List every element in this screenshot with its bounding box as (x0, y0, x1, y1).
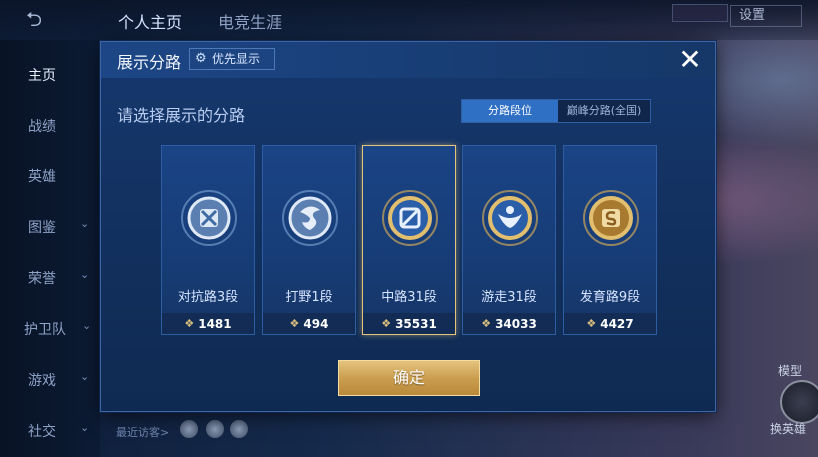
chevron-down-icon: ⌄ (82, 319, 92, 332)
lane-score: 35531 (395, 316, 437, 331)
switch-hero-label: 换英雄 (770, 422, 807, 436)
sidebar-item-label: 战绩 (28, 119, 56, 135)
lane-name: 中路31段 (381, 290, 437, 305)
chevron-down-icon: ⌄ (80, 217, 90, 230)
recent-visitors-link[interactable]: 最近访客> (116, 424, 169, 440)
top-bar: ⮌ 个人主页 电竞生涯 设置 (0, 0, 818, 40)
lane-score-bar: ❖ 1481 (162, 313, 254, 334)
dialog-title: 展示分路 (117, 53, 182, 72)
priority-display-label: 优先显示 (212, 52, 261, 66)
sidebar-item-guard-team[interactable]: 护卫队 ⌄ (24, 319, 91, 339)
lane-name: 对抗路3段 (177, 290, 239, 305)
lane-display-dialog: 展示分路 ⚙ 优先显示 ✕ 请选择展示的分路 分路段位 巅峰分路(全国) 对抗路… (100, 41, 716, 412)
sidebar-item-label: 荣誉 (28, 271, 56, 287)
sidebar-item-label: 护卫队 (24, 322, 66, 338)
switch-hero-button[interactable] (780, 380, 818, 424)
close-icon: ✕ (678, 43, 702, 76)
sidebar-item-game[interactable]: 游戏 ⌄ (28, 370, 89, 390)
rank-points-icon: ❖ (381, 317, 392, 330)
lane-card-clash[interactable]: 对抗路3段 ❖ 1481 (161, 145, 255, 335)
farm-lane-emblem-icon (583, 190, 639, 246)
visitor-avatar[interactable] (206, 420, 224, 438)
lane-card-farm[interactable]: 发育路9段 ❖ 4427 (563, 145, 657, 335)
model-label: 模型 (778, 364, 803, 378)
sidebar-item-home[interactable]: 主页 (28, 65, 56, 85)
lane-score-bar: ❖ 35531 (363, 313, 455, 334)
rank-points-icon: ❖ (481, 317, 492, 330)
sidebar-item-label: 社交 (28, 424, 56, 440)
settings-button[interactable]: 设置 (730, 5, 802, 27)
sidebar-item-heroes[interactable]: 英雄 (28, 166, 56, 186)
sidebar-item-social[interactable]: 社交 ⌄ (28, 421, 89, 441)
rank-points-icon: ❖ (289, 317, 300, 330)
close-button[interactable]: ✕ (675, 46, 705, 76)
sidebar-item-label: 游戏 (28, 373, 56, 389)
chevron-down-icon: ⌄ (80, 370, 90, 383)
dialog-header: 展示分路 ⚙ 优先显示 ✕ (101, 42, 715, 78)
lane-name: 发育路9段 (579, 290, 641, 305)
tab-esports-career[interactable]: 电竞生涯 (218, 9, 282, 33)
lane-mode-switch: 分路段位 巅峰分路(全国) (461, 99, 651, 123)
tab-lane-rank[interactable]: 分路段位 (462, 100, 558, 122)
gear-icon: ⚙ (195, 51, 207, 66)
sidebar-item-label: 英雄 (28, 169, 56, 185)
sidebar-item-record[interactable]: 战绩 (28, 116, 56, 136)
lane-score: 4427 (600, 316, 634, 331)
lane-card-mid[interactable]: 中路31段 ❖ 35531 (362, 145, 456, 335)
visitor-avatar[interactable] (180, 420, 198, 438)
roam-emblem-icon (482, 190, 538, 246)
sidebar-item-honor[interactable]: 荣誉 ⌄ (28, 268, 89, 288)
clash-lane-emblem-icon (181, 190, 237, 246)
lane-name: 游走31段 (481, 290, 537, 305)
top-badge (672, 4, 728, 22)
rank-points-icon: ❖ (586, 317, 597, 330)
lane-score-bar: ❖ 34033 (463, 313, 555, 334)
lane-score: 494 (303, 316, 329, 331)
chevron-down-icon: ⌄ (80, 421, 90, 434)
back-button[interactable]: ⮌ (26, 8, 72, 30)
tab-peak-lane-national[interactable]: 巅峰分路(全国) (558, 100, 650, 122)
sidebar-item-label: 主页 (28, 68, 56, 84)
jungle-emblem-icon (282, 190, 338, 246)
lane-name: 打野1段 (285, 290, 333, 305)
sidebar: 主页 战绩 英雄 图鉴 ⌄ 荣誉 ⌄ 护卫队 ⌄ 游戏 ⌄ 社交 ⌄ (0, 40, 100, 457)
priority-display-button[interactable]: ⚙ 优先显示 (189, 48, 275, 70)
lane-card-roam[interactable]: 游走31段 ❖ 34033 (462, 145, 556, 335)
lane-score: 1481 (198, 316, 232, 331)
tab-profile[interactable]: 个人主页 (118, 9, 182, 33)
confirm-button[interactable]: 确定 (338, 360, 480, 396)
chevron-down-icon: ⌄ (80, 268, 90, 281)
visitor-avatar[interactable] (230, 420, 248, 438)
lane-score-bar: ❖ 4427 (564, 313, 656, 334)
dialog-subtitle: 请选择展示的分路 (117, 106, 246, 125)
sidebar-item-codex[interactable]: 图鉴 ⌄ (28, 217, 89, 237)
lane-score: 34033 (495, 316, 537, 331)
lane-card-jungle[interactable]: 打野1段 ❖ 494 (262, 145, 356, 335)
sidebar-item-label: 图鉴 (28, 220, 56, 236)
rank-points-icon: ❖ (184, 317, 195, 330)
lane-score-bar: ❖ 494 (263, 313, 355, 334)
mid-lane-emblem-icon (382, 190, 438, 246)
